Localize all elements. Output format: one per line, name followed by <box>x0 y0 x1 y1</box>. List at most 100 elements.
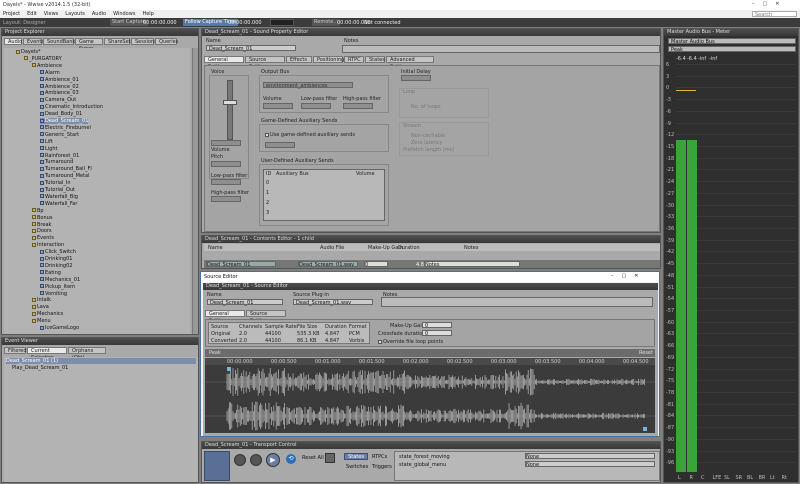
event-action-item[interactable]: Play_Dead_Scream_01 <box>12 365 68 371</box>
menu-project[interactable]: Project <box>3 11 20 17</box>
transport-object-tile[interactable] <box>204 451 230 481</box>
volume-slider-thumb[interactable] <box>223 100 237 105</box>
tab-rtpc[interactable]: RTPC <box>344 56 364 63</box>
state-value-2[interactable]: None <box>525 461 655 468</box>
tree-item[interactable]: Dead_Body_01 <box>40 111 82 117</box>
tree-scrollbar[interactable] <box>192 48 198 334</box>
volume-slider[interactable] <box>227 80 233 140</box>
notes-field[interactable] <box>342 45 660 53</box>
tab-general-settings[interactable]: General Settings <box>204 56 244 70</box>
tab-effects[interactable]: Effects <box>286 56 312 63</box>
override-loop-checkbox[interactable] <box>378 339 382 344</box>
rtpcs-button[interactable]: RTPCs <box>372 454 387 460</box>
tree-item[interactable]: Menu <box>32 318 51 324</box>
tab-source-settings[interactable]: Source Settings <box>245 56 285 70</box>
pause-button[interactable] <box>250 454 262 466</box>
stop-button[interactable] <box>234 454 246 466</box>
volume-field[interactable] <box>211 140 241 146</box>
crossfade-field[interactable]: 0 <box>422 330 452 337</box>
tree-item[interactable]: Turnaround_Metal <box>40 173 90 179</box>
tab-sessions[interactable]: Sessions <box>131 38 157 45</box>
waveform-reset-button[interactable]: Reset <box>639 350 653 356</box>
tree-item[interactable]: Dead_Scream_01 <box>40 118 89 124</box>
tree-item[interactable]: _PURGATORY <box>24 56 62 62</box>
tree-item[interactable]: Turnaround_Ball_Fl <box>40 166 92 172</box>
tab-events[interactable]: Events <box>23 38 44 45</box>
tree-item[interactable]: Pickup_Item <box>40 284 75 290</box>
triggers-button[interactable]: Triggers <box>372 464 392 470</box>
source-plugin-field[interactable]: Dead_Scream_01.wav <box>293 299 373 306</box>
tree-item[interactable]: Rainforest_01 <box>40 153 79 159</box>
tree-item[interactable]: Click_Switch <box>40 249 76 255</box>
states-button[interactable]: States <box>344 453 368 460</box>
state-row-1[interactable]: state_forest_moving <box>399 454 450 460</box>
switches-button[interactable]: Switches <box>346 464 368 470</box>
tree-item[interactable]: Tutorial_In <box>40 180 71 186</box>
aux-row[interactable]: 2 <box>266 200 269 206</box>
tree-item[interactable]: Alarm <box>40 70 60 76</box>
bus-lowpass-field[interactable] <box>301 103 331 109</box>
contents-row[interactable]: Dead_Scream_01 Dead_Scream_01.wav 0 4.84… <box>204 260 660 268</box>
name-field[interactable]: Dead_Scream_01 <box>206 45 296 52</box>
tab-queries[interactable]: Queries <box>155 38 178 45</box>
tab-current-selection[interactable]: Current Selection <box>27 347 67 361</box>
tree-item[interactable]: Tutorial_Out <box>40 187 75 193</box>
tree-item[interactable]: Camera_Out <box>40 97 76 103</box>
tree-item[interactable]: Waterfall_Far <box>40 201 77 207</box>
waveform-display[interactable] <box>205 365 655 433</box>
menu-edit[interactable]: Edit <box>27 11 37 17</box>
tree-item[interactable]: Ambience <box>32 63 62 69</box>
tree-item[interactable]: Waterfall_Big <box>40 194 78 200</box>
tab-orphans-obj-[interactable]: Orphans (Obj) <box>68 347 106 361</box>
reset-icon[interactable] <box>325 453 335 463</box>
tree-item[interactable]: Lift <box>40 139 53 145</box>
lowpass-field[interactable] <box>211 179 241 185</box>
menu-help[interactable]: Help <box>142 11 153 17</box>
remote-button[interactable]: Remote... <box>312 19 341 26</box>
bus-highpass-field[interactable] <box>343 103 373 109</box>
tree-item[interactable]: Ambience_03 <box>40 90 79 96</box>
tab-soundbanks[interactable]: SoundBanks <box>43 38 78 45</box>
tab-source-settings[interactable]: Source Settings <box>246 310 286 324</box>
tab-general-settings[interactable]: General Settings <box>205 310 245 324</box>
aux-row[interactable]: 1 <box>266 190 269 196</box>
contents-gain-cell[interactable]: 0 <box>364 261 388 267</box>
tree-item[interactable]: Mechanics_01 <box>40 277 80 283</box>
tree-item[interactable]: Bonus <box>32 215 52 221</box>
tree-item[interactable]: Ambience_02 <box>40 84 79 90</box>
tab-advanced-settings[interactable]: Advanced Settings <box>386 56 434 70</box>
tree-item[interactable]: Electric_Fireburnel <box>40 125 91 131</box>
tree-item[interactable]: Ambience_01 <box>40 77 79 83</box>
tab-filtered[interactable]: Filtered <box>4 347 27 354</box>
state-value-1[interactable]: None <box>525 453 655 460</box>
reset-all-button[interactable]: Reset All <box>302 455 324 461</box>
tree-item[interactable]: Cinematic_Introduction <box>40 104 103 110</box>
tree-item[interactable]: Light <box>40 146 57 152</box>
loop-icon[interactable]: ⟲ <box>286 454 296 464</box>
highpass-field[interactable] <box>211 196 241 202</box>
source-name-field[interactable]: Dead_Scream_01 <box>207 299 283 306</box>
tree-item[interactable]: Drinking01 <box>40 256 72 262</box>
aux-row[interactable]: 0 <box>266 180 269 186</box>
pitch-field[interactable] <box>211 161 241 167</box>
tree-item[interactable]: Break <box>32 222 51 228</box>
transport-mini[interactable] <box>270 19 294 26</box>
game-aux-checkbox[interactable] <box>265 132 269 137</box>
window-controls[interactable]: –▢✕ <box>752 1 787 7</box>
makeup-gain-field[interactable]: 0 <box>422 322 452 329</box>
play-button[interactable]: ▶ <box>266 453 280 467</box>
tree-item[interactable]: Intalk <box>32 297 51 303</box>
tree-item[interactable]: Interaction <box>32 242 64 248</box>
tree-item[interactable]: Turnaround <box>40 159 73 165</box>
tree-item[interactable]: Doors <box>32 228 52 234</box>
tree-item[interactable]: IceGameLogo <box>40 325 79 331</box>
source-notes-field[interactable] <box>381 297 653 307</box>
menu-layouts[interactable]: Layouts <box>65 11 85 17</box>
peak-dropdown[interactable]: Peak <box>209 350 221 356</box>
tree-item[interactable]: Mechanics <box>32 311 63 317</box>
tree-item[interactable]: Generic_Start <box>40 132 79 138</box>
tree-item[interactable]: Dayels* <box>16 49 40 55</box>
aux-row[interactable]: 3 <box>266 210 269 216</box>
state-row-2[interactable]: state_global_menu <box>399 462 446 468</box>
tab-audio[interactable]: Audio <box>4 38 22 45</box>
